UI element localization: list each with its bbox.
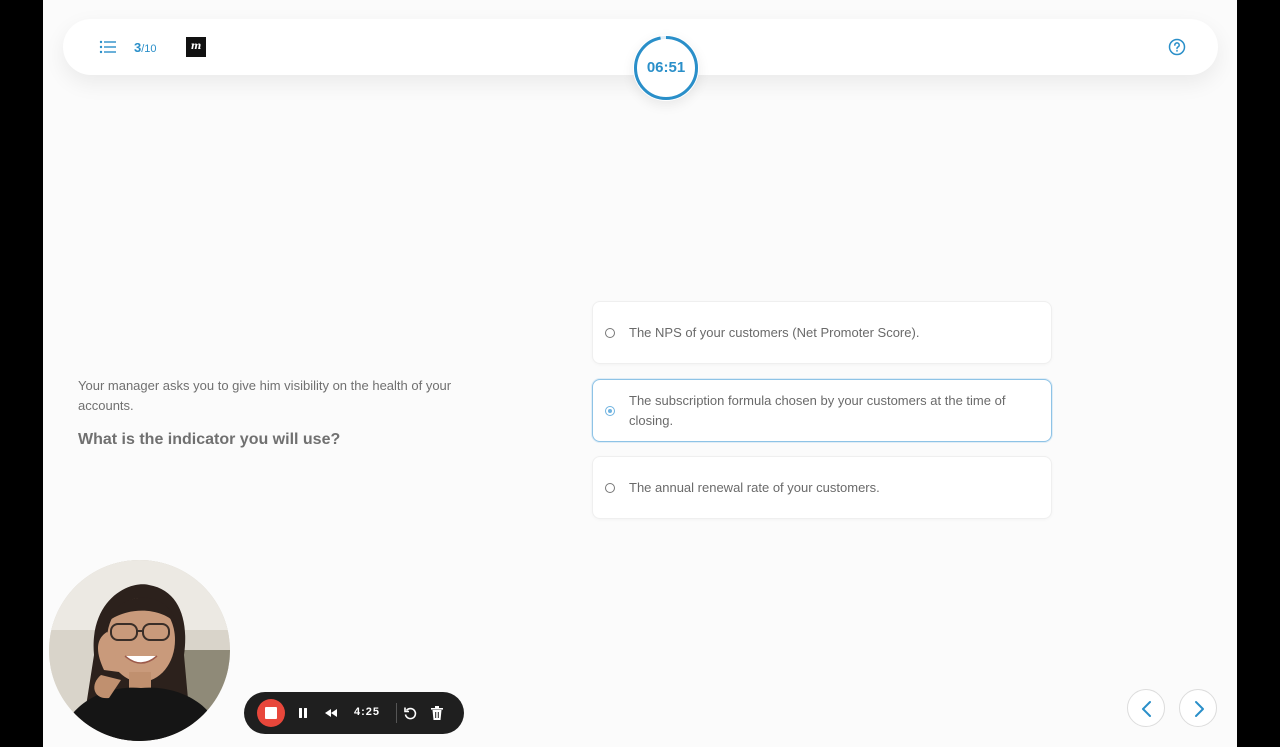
question-panel: Your manager asks you to give him visibi…	[78, 376, 498, 449]
webcam-avatar	[49, 560, 230, 741]
list-icon[interactable]	[99, 39, 117, 55]
answer-option-label: The subscription formula chosen by your …	[629, 392, 1006, 428]
answer-option-label: The annual renewal rate of your customer…	[629, 479, 880, 495]
toolbar-divider	[396, 703, 397, 723]
answer-options: The NPS of your customers (Net Promoter …	[592, 301, 1052, 519]
pause-icon[interactable]	[295, 705, 311, 721]
question-counter: 3/10	[134, 40, 157, 55]
chevron-left-icon	[1142, 701, 1151, 717]
stop-recording-button[interactable]	[257, 699, 285, 727]
help-icon[interactable]	[1168, 38, 1186, 56]
answer-option-subscription[interactable]: The subscription formula chosen by your …	[592, 379, 1052, 442]
previous-question-button[interactable]	[1127, 689, 1165, 727]
restart-icon[interactable]	[402, 705, 418, 721]
radio-button[interactable]	[605, 327, 615, 338]
radio-button[interactable]	[605, 482, 615, 493]
total-questions: /10	[141, 43, 157, 55]
recording-time: 4:25	[354, 706, 381, 718]
answer-option-label: The NPS of your customers (Net Promoter …	[629, 324, 920, 340]
answer-option-renewal[interactable]: The annual renewal rate of your customer…	[592, 456, 1052, 519]
recording-toolbar: 4:25	[244, 692, 464, 734]
answer-option-nps[interactable]: The NPS of your customers (Net Promoter …	[592, 301, 1052, 364]
question-prompt: What is the indicator you will use?	[78, 431, 341, 448]
rewind-icon[interactable]	[323, 705, 339, 721]
next-question-button[interactable]	[1179, 689, 1217, 727]
quiz-page: 3/10 m 06:51 Your manager asks you to gi…	[43, 0, 1237, 747]
trash-icon[interactable]	[429, 705, 445, 721]
timer-text: 06:51	[646, 59, 686, 76]
question-intro: Your manager asks you to give him visibi…	[78, 378, 452, 413]
radio-button-selected[interactable]	[605, 405, 615, 416]
countdown-timer: 06:51	[633, 35, 699, 101]
brand-logo: m	[186, 37, 206, 57]
chevron-right-icon	[1195, 701, 1204, 717]
